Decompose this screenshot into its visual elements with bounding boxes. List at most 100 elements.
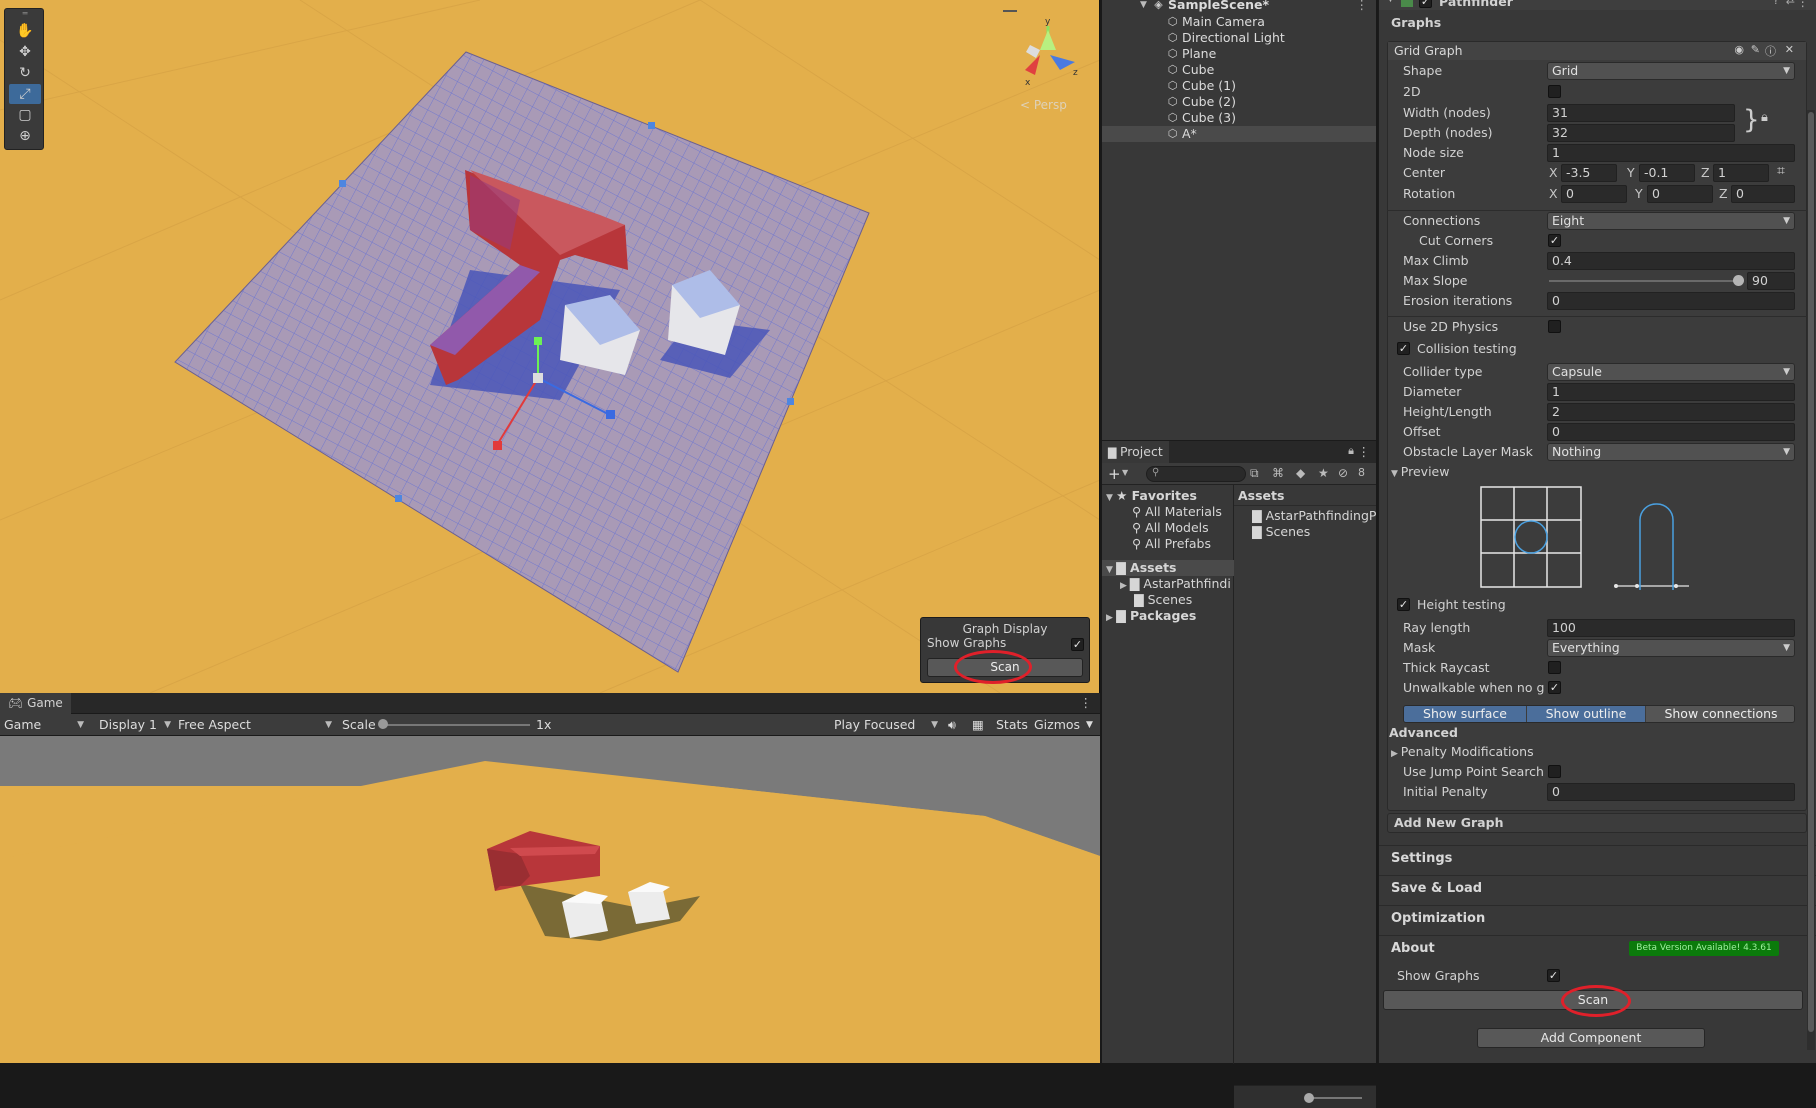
diameter-field[interactable]: 1 xyxy=(1547,383,1795,401)
graphs-header[interactable]: Graphs xyxy=(1391,15,1441,30)
help-icon[interactable]: ? xyxy=(1773,0,1779,7)
speaker-icon[interactable]: 🔊︎ xyxy=(944,716,960,734)
obstacle-mask-dropdown[interactable]: Nothing ▼ xyxy=(1547,443,1795,461)
settings-section[interactable]: Settings xyxy=(1379,845,1816,871)
hand-tool-icon[interactable]: ✋ xyxy=(9,21,41,41)
optimization-section[interactable]: Optimization xyxy=(1379,905,1816,931)
add-icon[interactable]: + xyxy=(1108,465,1121,483)
jump-point-checkbox[interactable] xyxy=(1548,765,1561,778)
lock-icon[interactable]: 🔒︎ xyxy=(1348,444,1354,458)
favorites-row[interactable]: ▼ ★ Favorites xyxy=(1106,488,1197,504)
hierarchy-item[interactable]: ⬡ Cube xyxy=(1102,62,1376,78)
2d-checkbox[interactable] xyxy=(1548,85,1561,98)
asset-item[interactable]: ▇ AstarPathfindingPro xyxy=(1252,508,1376,524)
move-tool-icon[interactable]: ✥ xyxy=(9,42,41,62)
hierarchy-item[interactable]: ⬡ Cube (2) xyxy=(1102,94,1376,110)
project-search-input[interactable]: ⚲ xyxy=(1146,466,1246,482)
unwalkable-checkbox[interactable]: ✓ xyxy=(1548,681,1561,694)
lock-icon[interactable]: 🔒︎ xyxy=(1761,110,1768,125)
hierarchy-item[interactable]: ⬡ Directional Light xyxy=(1102,30,1376,46)
hierarchy-item[interactable]: ⬡ Cube (3) xyxy=(1102,110,1376,126)
scene-view[interactable]: y z x ═ ✋ ✥ ↻ ⤢ ▢ ⊕ < Persp Graph Displa… xyxy=(0,0,1100,693)
beta-version-badge[interactable]: Beta Version Available! 4.3.61 xyxy=(1629,941,1779,956)
scale-slider-track[interactable] xyxy=(382,724,530,726)
offset-field[interactable]: 0 xyxy=(1547,423,1795,441)
save-load-section[interactable]: Save & Load xyxy=(1379,875,1816,901)
aspect-dropdown[interactable]: Free Aspect ▼ xyxy=(174,716,334,734)
cut-corners-checkbox[interactable]: ✓ xyxy=(1548,234,1561,247)
hierarchy-item[interactable]: ⬡ Cube (1) xyxy=(1102,78,1376,94)
height-testing-checkbox[interactable]: ✓ xyxy=(1397,598,1410,611)
chevron-down-icon[interactable]: ▼ xyxy=(1122,468,1128,477)
pencil-icon[interactable]: ✎ xyxy=(1751,43,1760,56)
width-field[interactable]: 31 xyxy=(1547,104,1735,122)
hierarchy-item[interactable]: ⬡ Main Camera xyxy=(1102,14,1376,30)
rotation-y-field[interactable]: 0 xyxy=(1647,185,1713,203)
close-icon[interactable]: ✕ xyxy=(1785,43,1794,56)
show-graphs-checkbox[interactable]: ✓ xyxy=(1547,969,1560,982)
penalty-foldout[interactable]: ▶ Penalty Modifications xyxy=(1391,743,1534,761)
show-outline-toggle[interactable]: Show outline xyxy=(1527,706,1645,722)
game-menu-icon[interactable]: ⋮ xyxy=(1080,695,1093,710)
hidden-packages-icon[interactable]: ⊘ xyxy=(1338,466,1348,480)
tag-icon[interactable]: ◆ xyxy=(1296,466,1305,480)
center-x-field[interactable]: -3.5 xyxy=(1561,164,1617,182)
projection-toggle[interactable]: < Persp xyxy=(1020,98,1067,112)
add-component-button[interactable]: Add Component xyxy=(1477,1028,1705,1048)
component-menu-icon[interactable]: ⋮ xyxy=(1797,0,1810,9)
max-slope-field[interactable]: 90 xyxy=(1747,272,1795,290)
hierarchy-item[interactable]: ⬡ Plane xyxy=(1102,46,1376,62)
transform-tool-icon[interactable]: ⊕ xyxy=(9,126,41,146)
gizmos-button[interactable]: Gizmos xyxy=(1030,716,1084,734)
project-menu-icon[interactable]: ⋮ xyxy=(1358,444,1371,459)
preview-foldout[interactable]: ▼ Preview xyxy=(1391,463,1449,481)
scale-tool-icon[interactable]: ⤢ xyxy=(9,84,41,104)
preset-icon[interactable]: ⇄ xyxy=(1786,0,1795,7)
depth-field[interactable]: 32 xyxy=(1547,124,1735,142)
thick-raycast-checkbox[interactable] xyxy=(1548,661,1561,674)
connections-dropdown[interactable]: Eight ▼ xyxy=(1547,212,1795,230)
favorite-item[interactable]: ⚲ All Materials xyxy=(1132,504,1222,520)
stats-button[interactable]: Stats xyxy=(992,716,1032,734)
hierarchy-scene-row[interactable]: ▼ ◈ SampleScene* ⋮ xyxy=(1102,0,1376,13)
tab-project[interactable]: ▇ Project xyxy=(1102,441,1169,463)
center-z-field[interactable]: 1 xyxy=(1713,164,1769,182)
inspector-scrollbar-thumb[interactable] xyxy=(1808,112,1814,1032)
icon-size-slider-track[interactable] xyxy=(1306,1097,1362,1099)
eye-icon[interactable]: ◉ xyxy=(1734,43,1744,56)
favorite-item[interactable]: ⚲ All Prefabs xyxy=(1132,536,1211,552)
assets-row[interactable]: ▼ ▇ Assets xyxy=(1102,560,1234,576)
play-mode-dropdown[interactable]: Play Focused ▼ xyxy=(830,716,940,734)
component-enabled-checkbox[interactable]: ✓ xyxy=(1419,0,1432,8)
collider-type-dropdown[interactable]: Capsule ▼ xyxy=(1547,363,1795,381)
center-y-field[interactable]: -0.1 xyxy=(1639,164,1695,182)
show-connections-toggle[interactable]: Show connections xyxy=(1646,706,1794,722)
height-length-field[interactable]: 2 xyxy=(1547,403,1795,421)
ray-length-field[interactable]: 100 xyxy=(1547,619,1795,637)
scene-menu-icon[interactable]: ⋮ xyxy=(1356,0,1369,13)
display-dropdown[interactable]: Display 1 ▼ xyxy=(95,716,173,734)
initial-penalty-field[interactable]: 0 xyxy=(1547,783,1795,801)
max-climb-field[interactable]: 0.4 xyxy=(1547,252,1795,270)
stats-grid-icon[interactable]: ▦ xyxy=(968,716,988,734)
component-header[interactable]: ▼ ✓ Pathfinder ? ⇄ ⋮ xyxy=(1379,0,1816,10)
max-slope-slider-handle[interactable] xyxy=(1733,275,1744,286)
add-new-graph-button[interactable]: Add New Graph xyxy=(1387,813,1807,833)
tab-game[interactable]: 🎮︎ Game xyxy=(0,693,71,714)
icon-size-slider-handle[interactable] xyxy=(1304,1093,1314,1103)
overlay-show-graphs-checkbox[interactable]: ✓ xyxy=(1071,638,1084,651)
expand-arrow-icon[interactable]: ▼ xyxy=(1140,0,1147,13)
rotation-z-field[interactable]: 0 xyxy=(1731,185,1795,203)
mask-dropdown[interactable]: Everything ▼ xyxy=(1547,639,1795,657)
favorite-star-icon[interactable]: ★ xyxy=(1318,466,1329,480)
erosion-field[interactable]: 0 xyxy=(1547,292,1795,310)
game-viewport[interactable] xyxy=(0,736,1100,1063)
node-size-field[interactable]: 1 xyxy=(1547,144,1795,162)
palette-grip-icon[interactable]: ═ xyxy=(9,10,41,18)
show-surface-toggle[interactable]: Show surface xyxy=(1404,706,1526,722)
rotate-tool-icon[interactable]: ↻ xyxy=(9,63,41,83)
filter-by-label-icon[interactable]: ⌘ xyxy=(1272,466,1284,480)
asset-folder-item[interactable]: ▇ Scenes xyxy=(1134,592,1192,608)
search-by-type-icon[interactable]: ⧉ xyxy=(1250,466,1259,481)
use-2d-physics-checkbox[interactable] xyxy=(1548,320,1561,333)
